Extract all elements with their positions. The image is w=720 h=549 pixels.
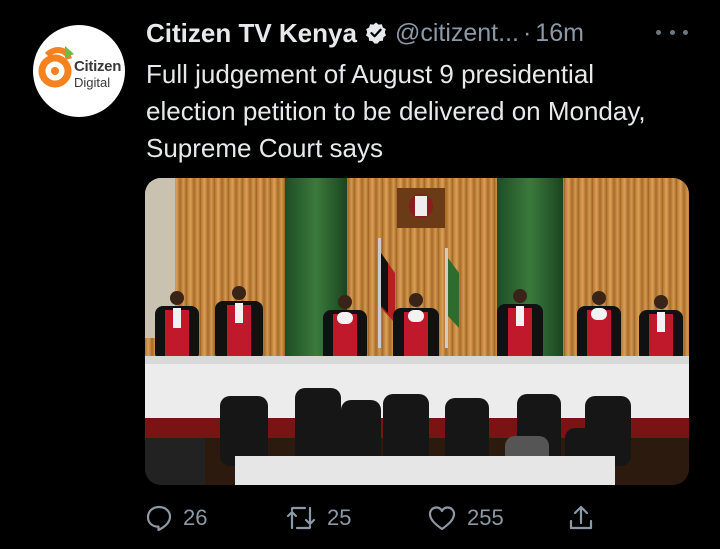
tweet-timestamp[interactable]: 16m xyxy=(535,19,584,48)
tweet-actions: 26 25 255 xyxy=(145,500,665,536)
like-count: 255 xyxy=(467,505,504,530)
reply-count: 26 xyxy=(183,505,208,530)
reply-button[interactable]: 26 xyxy=(145,500,207,536)
tweet-photo[interactable] xyxy=(145,178,689,485)
retweet-button[interactable]: 25 xyxy=(285,500,351,536)
share-icon xyxy=(567,504,595,532)
verified-badge-icon xyxy=(364,21,388,45)
tweet-text: Full judgement of August 9 presidential … xyxy=(146,59,646,163)
reply-icon xyxy=(145,504,173,532)
share-button[interactable] xyxy=(567,500,595,536)
author-handle[interactable]: @citizent... xyxy=(395,19,519,48)
more-options-icon[interactable] xyxy=(656,24,688,40)
avatar[interactable]: Citizen Digital xyxy=(33,25,125,117)
retweet-count: 25 xyxy=(327,505,352,530)
heart-icon xyxy=(427,504,457,532)
header-separator: · xyxy=(522,18,532,47)
courtroom-photo xyxy=(145,178,689,485)
tweet-header: Citizen TV Kenya @citizent... · 16m xyxy=(146,16,686,50)
author-name[interactable]: Citizen TV Kenya xyxy=(146,18,357,49)
retweet-icon xyxy=(285,504,317,532)
avatar-logo-text: Citizen xyxy=(74,58,122,75)
avatar-logo-subtext: Digital xyxy=(74,75,111,90)
like-button[interactable]: 255 xyxy=(427,500,504,536)
